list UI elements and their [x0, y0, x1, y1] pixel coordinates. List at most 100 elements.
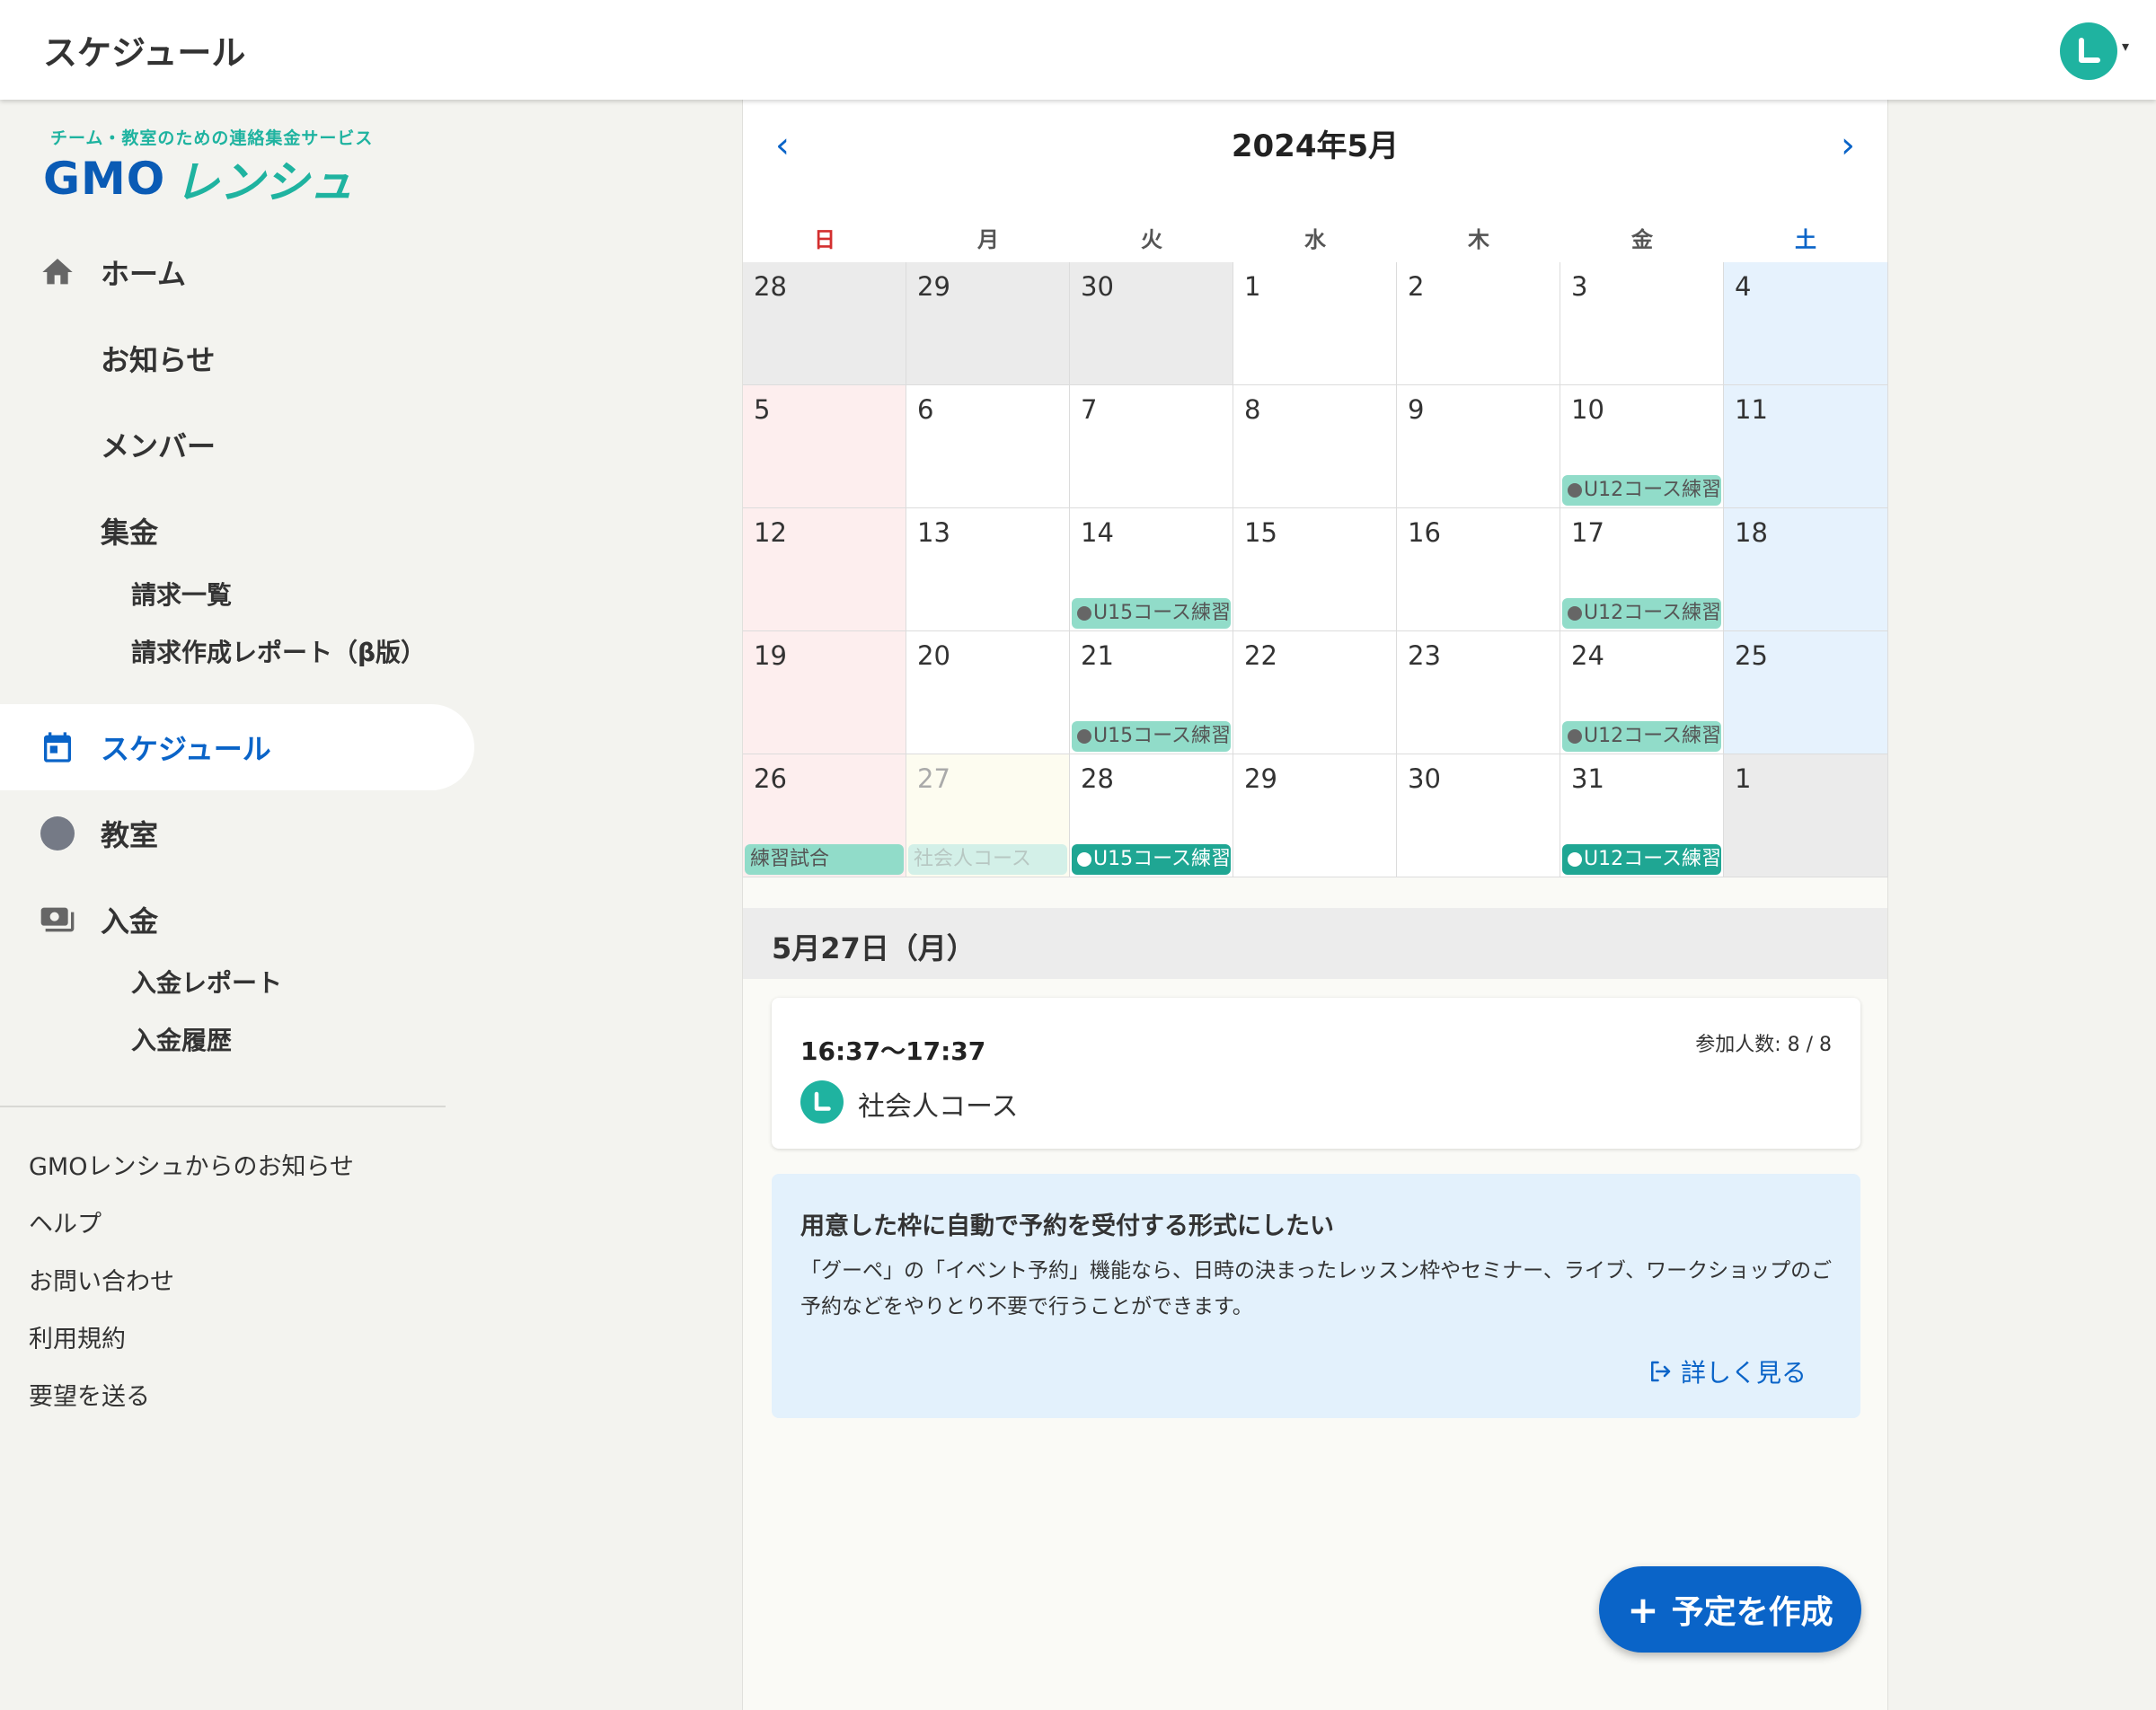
calendar-day-number: 16	[1408, 517, 1441, 548]
calendar-day-cell[interactable]: 5	[743, 385, 906, 508]
calendar-day-cell[interactable]: 13	[906, 508, 1070, 631]
calendar-day-cell[interactable]: 11	[1724, 385, 1888, 508]
calendar-event-chip[interactable]: U12コース練習	[1562, 475, 1721, 506]
calendar-day-number: 21	[1081, 640, 1114, 671]
calendar-event-label: U15コース練習	[1093, 725, 1231, 747]
user-avatar[interactable]	[2060, 22, 2117, 80]
prev-month-button[interactable]: ‹	[775, 125, 790, 166]
nav-classroom[interactable]: 教室	[0, 790, 474, 877]
calendar-day-cell[interactable]: 17 U12コース練習	[1560, 508, 1724, 631]
calendar-day-number: 11	[1735, 394, 1768, 425]
footer-link-feedback[interactable]: 要望を送る	[29, 1377, 150, 1412]
calendar-event-chip[interactable]: U12コース練習	[1562, 844, 1721, 875]
footer-link-terms[interactable]: 利用規約	[29, 1319, 126, 1354]
calendar-day-number: 30	[1081, 271, 1114, 302]
calendar-event-label: U15コース練習	[1093, 602, 1231, 624]
calendar-day-cell[interactable]: 12	[743, 508, 906, 631]
nav-payment-report[interactable]: 入金レポート	[0, 953, 474, 1010]
calendar-day-cell[interactable]: 19	[743, 631, 906, 754]
calendar-day-cell[interactable]: 16	[1397, 508, 1560, 631]
calendar-day-number: 7	[1081, 394, 1098, 425]
participant-count: 参加人数: 8 / 8	[1695, 1034, 1832, 1056]
calendar-day-cell[interactable]: 9	[1397, 385, 1560, 508]
calendar-day-number: 3	[1571, 271, 1588, 302]
nav-payment[interactable]: 入金	[0, 877, 474, 963]
nav-schedule[interactable]: スケジュール	[0, 704, 474, 790]
calendar-day-cell[interactable]: 29	[906, 262, 1070, 385]
calendar-day-cell[interactable]: 14 U15コース練習	[1070, 508, 1233, 631]
calendar-day-cell[interactable]: 22	[1233, 631, 1397, 754]
event-card[interactable]: 16:37〜17:37 参加人数: 8 / 8 社会人コース	[772, 998, 1860, 1149]
calendar-day-cell[interactable]: 7	[1070, 385, 1233, 508]
logo-gmo-text: GMO	[43, 153, 166, 205]
calendar-event-chip[interactable]: U15コース練習	[1072, 721, 1231, 752]
calendar-day-number: 14	[1081, 517, 1114, 548]
calendar-day-number: 28	[754, 271, 787, 302]
calendar-day-cell[interactable]: 30	[1397, 754, 1560, 877]
calendar-day-number: 30	[1408, 763, 1441, 794]
calendar-event-chip[interactable]: U12コース練習	[1562, 598, 1721, 629]
calendar-day-cell[interactable]: 8	[1233, 385, 1397, 508]
month-title: 2024年5月	[1231, 128, 1400, 164]
weekday-label: 水	[1304, 227, 1326, 252]
calendar-day-number: 27	[917, 763, 950, 794]
calendar-day-cell[interactable]: 15	[1233, 508, 1397, 631]
calendar-day-cell[interactable]: 6	[906, 385, 1070, 508]
calendar-day-cell[interactable]: 23	[1397, 631, 1560, 754]
calendar-day-cell[interactable]: 21 U15コース練習	[1070, 631, 1233, 754]
calendar-header: 2024年5月 ‹ › 日 月 火 水 木 金 土	[743, 100, 1887, 262]
calendar-event-chip[interactable]: U12コース練習	[1562, 721, 1721, 752]
caret-down-icon[interactable]: ▾	[2122, 38, 2129, 55]
footer-link-contact[interactable]: お問い合わせ	[29, 1262, 174, 1297]
nav-members[interactable]: メンバー	[0, 401, 474, 488]
selected-day-title: 5月27日（月）	[772, 931, 976, 965]
nav-notices[interactable]: お知らせ	[0, 315, 474, 401]
logo-renshu-text: レンシュ	[174, 156, 355, 208]
calendar-day-number: 20	[917, 640, 950, 671]
calendar-day-cell[interactable]: 3	[1560, 262, 1724, 385]
nav-invoice-report[interactable]: 請求作成レポート（β版）	[0, 622, 474, 680]
nav-home[interactable]: ホーム	[0, 229, 474, 315]
calendar-day-cell[interactable]: 2	[1397, 262, 1560, 385]
logo-tagline: チーム・教室のための連絡集金サービス	[50, 128, 374, 148]
calendar-day-cell[interactable]: 10 U12コース練習	[1560, 385, 1724, 508]
event-dot-icon	[1077, 852, 1091, 867]
calendar-day-cell[interactable]: 18	[1724, 508, 1888, 631]
calendar-event-chip[interactable]: 練習試合	[745, 844, 904, 875]
calendar-day-cell[interactable]: 27 社会人コース	[906, 754, 1070, 877]
calendar-day-cell[interactable]: 1	[1233, 262, 1397, 385]
calendar-day-cell[interactable]: 30	[1070, 262, 1233, 385]
promo-title: 用意した枠に自動で予約を受付する形式にしたい	[800, 1212, 1334, 1240]
calendar-day-cell[interactable]: 28 U15コース練習	[1070, 754, 1233, 877]
next-month-button[interactable]: ›	[1841, 125, 1855, 166]
calendar-day-cell[interactable]: 31 U12コース練習	[1560, 754, 1724, 877]
promo-link[interactable]: 詳しく見る	[1647, 1353, 1807, 1389]
calendar-day-cell[interactable]: 25	[1724, 631, 1888, 754]
calendar-day-number: 1	[1244, 271, 1261, 302]
calendar-day-cell[interactable]: 26 練習試合	[743, 754, 906, 877]
promo-link-label: 詳しく見る	[1680, 1358, 1807, 1388]
calendar-day-cell[interactable]: 4	[1724, 262, 1888, 385]
calendar-day-cell[interactable]: 29	[1233, 754, 1397, 877]
footer-link-help[interactable]: ヘルプ	[29, 1204, 102, 1239]
calendar-icon	[36, 726, 79, 769]
renshu-logo-icon	[814, 1091, 831, 1111]
brand-logo[interactable]: GMO レンシュ	[43, 152, 354, 208]
footer-link-news[interactable]: GMOレンシュからのお知らせ	[29, 1147, 354, 1182]
calendar-day-number: 9	[1408, 394, 1425, 425]
nav-collection[interactable]: 集金	[0, 488, 474, 574]
calendar-event-chip[interactable]: U15コース練習	[1072, 598, 1231, 629]
calendar-day-cell[interactable]: 24 U12コース練習	[1560, 631, 1724, 754]
calendar-day-number: 17	[1571, 517, 1604, 548]
calendar-day-cell[interactable]: 1	[1724, 754, 1888, 877]
nav-payment-history[interactable]: 入金履歴	[0, 1010, 474, 1068]
app-header: スケジュール ▾	[0, 0, 2156, 100]
nav-invoice-list[interactable]: 請求一覧	[0, 565, 474, 622]
calendar-day-cell[interactable]: 28	[743, 262, 906, 385]
calendar-day-number: 28	[1081, 763, 1114, 794]
calendar-day-number: 23	[1408, 640, 1441, 671]
calendar-day-cell[interactable]: 20	[906, 631, 1070, 754]
create-event-button[interactable]: + 予定を作成	[1599, 1566, 1861, 1653]
calendar-event-chip[interactable]: U15コース練習	[1072, 844, 1231, 875]
calendar-event-chip[interactable]: 社会人コース	[908, 844, 1067, 875]
